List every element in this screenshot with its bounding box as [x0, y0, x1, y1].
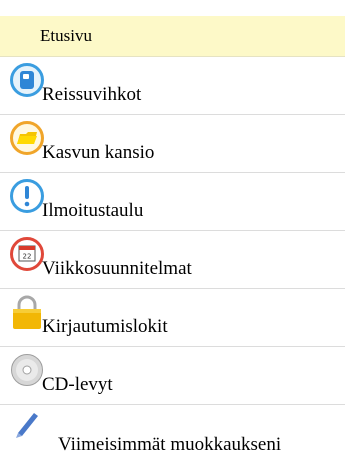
calendar-day: 22 — [23, 253, 32, 261]
notebook-icon — [10, 63, 44, 97]
menu-item-kirjautumislokit[interactable]: Kirjautumislokit — [0, 289, 345, 347]
menu-item-label: Ilmoitustaulu — [42, 200, 144, 221]
menu-item-ilmoitustaulu[interactable]: Ilmoitustaulu — [0, 173, 345, 231]
menu-item-viikkosuunnitelmat[interactable]: 22 Viikkosuunnitelmat — [0, 231, 345, 289]
calendar-icon: 22 — [10, 237, 44, 271]
menu-item-reissuvihkot[interactable]: Reissuvihkot — [0, 57, 345, 115]
menu-item-kasvun-kansio[interactable]: Kasvun kansio — [0, 115, 345, 173]
menu-item-cd-levyt[interactable]: CD-levyt — [0, 347, 345, 405]
menu-item-label: Kirjautumislokit — [42, 316, 168, 337]
exclamation-icon — [10, 179, 44, 213]
menu-item-label: Etusivu — [40, 26, 92, 45]
menu-item-label: CD-levyt — [42, 374, 113, 395]
menu-item-label: Viikkosuunnitelmat — [42, 258, 192, 279]
cd-icon — [11, 354, 43, 386]
menu-item-viimeisimmat-muokkaukseni[interactable]: Viimeisimmät muokkaukseni — [0, 405, 345, 463]
navigation-menu: Etusivu Reissuvihkot Kasvun kansio Ilmoi… — [0, 0, 345, 463]
menu-item-label: Reissuvihkot — [42, 84, 142, 105]
menu-item-label: Viimeisimmät muokkaukseni — [58, 434, 282, 455]
folder-icon — [10, 121, 44, 155]
menu-item-etusivu[interactable]: Etusivu — [0, 16, 345, 57]
menu-item-label: Kasvun kansio — [42, 142, 155, 163]
padlock-icon — [13, 295, 41, 329]
pen-icon — [16, 413, 38, 438]
